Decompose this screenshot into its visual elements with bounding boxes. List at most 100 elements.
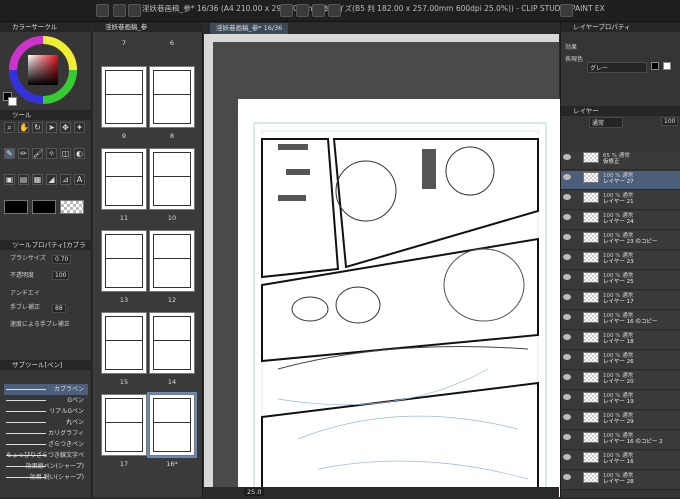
layer-opacity[interactable]: 100 — [661, 117, 679, 126]
eye-icon[interactable] — [563, 234, 571, 240]
brush-size-value[interactable]: 0.70 — [52, 255, 72, 264]
layer-row[interactable]: 100 % 通常 レイヤー 16 のコピー 2 — [561, 431, 680, 450]
layer-row[interactable]: 100 % 通常 レイヤー 23 のコピー — [561, 231, 680, 250]
transform-icon[interactable] — [280, 4, 293, 17]
rotate-tool-icon[interactable]: ↻ — [32, 122, 43, 133]
operation-tool-icon[interactable]: ➤ — [46, 122, 57, 133]
layer-row[interactable]: 100 % 通常 レイヤー 16 — [561, 451, 680, 470]
eye-icon[interactable] — [563, 334, 571, 340]
page-thumbnail[interactable] — [149, 66, 195, 128]
eye-icon[interactable] — [563, 314, 571, 320]
eye-icon[interactable] — [563, 274, 571, 280]
figure-tool-icon[interactable]: ◢ — [46, 174, 57, 185]
hand-tool-icon[interactable]: ✋ — [18, 122, 29, 133]
layer-row[interactable]: 100 % 通常 レイヤー 23 — [561, 251, 680, 270]
layer-row[interactable]: 100 % 通常 レイヤー 19 — [561, 391, 680, 410]
blend-tool-icon[interactable]: ◐ — [74, 148, 85, 159]
eye-icon[interactable] — [563, 154, 571, 160]
canvas-area[interactable]: 淫妖巷画稿_参* 16/36 25.0 — [204, 22, 563, 498]
zoom-tool-icon[interactable]: ⌕ — [4, 122, 15, 133]
eye-icon[interactable] — [563, 414, 571, 420]
fill-tool-icon[interactable]: ▣ — [4, 174, 15, 185]
layer-row[interactable]: 100 % 通常 レイヤー 16 のコピー — [561, 311, 680, 330]
color-wheel[interactable] — [8, 35, 78, 105]
layer-row[interactable]: 100 % 通常 レイヤー 26 — [561, 351, 680, 370]
eye-icon[interactable] — [563, 474, 571, 480]
subtool-label: リアルGペン — [49, 408, 84, 415]
subtool-item[interactable]: 効果 鋭い(シャープ) — [4, 472, 88, 483]
layer-row[interactable]: 100 % 通常 レイヤー 28 — [561, 471, 680, 490]
layer-row[interactable]: 100 % 通常 レイヤー 21 — [561, 191, 680, 210]
page-thumbnail[interactable] — [101, 148, 147, 210]
subtool-item[interactable]: リアルGペン — [4, 406, 88, 417]
manuscript-page[interactable] — [238, 99, 563, 498]
open-file-icon[interactable] — [113, 4, 126, 17]
blend-mode-select[interactable]: 通常 — [589, 117, 623, 128]
pen-tool-icon[interactable]: ✎ — [4, 148, 15, 159]
auto-select-icon[interactable]: ✦ — [74, 122, 85, 133]
pencil-tool-icon[interactable]: ✏ — [18, 148, 29, 159]
eye-icon[interactable] — [563, 354, 571, 360]
page-thumbnail[interactable] — [147, 392, 197, 458]
eye-icon[interactable] — [563, 294, 571, 300]
layer-row[interactable]: 100 % 通常 レイヤー 17 — [561, 291, 680, 310]
transparent-swatch[interactable] — [60, 200, 84, 214]
color-swatch-black[interactable] — [651, 62, 659, 70]
color-black-swatch[interactable] — [4, 200, 28, 214]
page-thumbnail[interactable] — [101, 230, 147, 292]
move-tool-icon[interactable]: ✥ — [60, 122, 71, 133]
subtool-item[interactable]: 丸ペン — [4, 417, 88, 428]
window-menu-icon[interactable] — [560, 4, 573, 17]
page-thumbnail[interactable] — [101, 66, 147, 128]
subtool-item[interactable]: カブラペン — [4, 384, 88, 395]
save-icon[interactable] — [128, 4, 141, 17]
subtool-item[interactable]: ざらつきペン — [4, 439, 88, 450]
canvas-tab[interactable]: 淫妖巷画稿_参* 16/36 — [210, 23, 289, 34]
subtool-item[interactable]: Gペン — [4, 395, 88, 406]
text-tool-icon[interactable]: A — [74, 174, 85, 185]
grid-icon[interactable] — [312, 4, 325, 17]
subtool-item[interactable]: カリグラフィ — [4, 428, 88, 439]
airbrush-tool-icon[interactable]: ✧ — [46, 148, 57, 159]
select-icon[interactable] — [296, 4, 309, 17]
stabilization-value[interactable]: 88 — [52, 304, 66, 313]
layer-row[interactable]: 100 % 通常 レイヤー 24 — [561, 211, 680, 230]
ruler-tool-icon[interactable]: ⊿ — [60, 174, 71, 185]
color-main-swatch[interactable] — [32, 200, 56, 214]
color-swatch-white[interactable] — [663, 62, 671, 70]
eye-icon[interactable] — [563, 214, 571, 220]
gradient-tool-icon[interactable]: ▤ — [18, 174, 29, 185]
opacity-value[interactable]: 100 — [52, 271, 70, 280]
page-thumbnail[interactable] — [149, 312, 195, 374]
brush-tool-icon[interactable]: 🖌 — [32, 148, 43, 159]
eye-icon[interactable] — [563, 374, 571, 380]
ruler-icon[interactable] — [328, 4, 341, 17]
new-file-icon[interactable] — [96, 4, 109, 17]
sub-color-swatch[interactable] — [8, 97, 17, 106]
layer-thumbnail — [583, 192, 599, 203]
layer-row[interactable]: 100 % 通常 レイヤー 20 — [561, 371, 680, 390]
expression-color-select[interactable]: グレー — [587, 62, 647, 73]
page-panel-tab[interactable]: 淫妖巷画稿_参 — [93, 22, 203, 32]
eye-icon[interactable] — [563, 394, 571, 400]
frame-tool-icon[interactable]: ▦ — [32, 174, 43, 185]
layer-row[interactable]: 100 % 通常 レイヤー 25 — [561, 271, 680, 290]
layer-row[interactable]: 100 % 通常 レイヤー 29 — [561, 411, 680, 430]
eye-icon[interactable] — [563, 174, 571, 180]
layer-name: レイヤー 23 のコピー — [603, 239, 658, 245]
subtool-item[interactable]: ちょっぴりざらつき線文字ペ — [4, 450, 88, 461]
eye-icon[interactable] — [563, 454, 571, 460]
zoom-value[interactable]: 25.0 — [244, 488, 265, 496]
eye-icon[interactable] — [563, 194, 571, 200]
layer-row[interactable]: 100 % 通常 レイヤー 18 — [561, 331, 680, 350]
page-thumbnail[interactable] — [149, 230, 195, 292]
layer-row[interactable]: 65 % 通常 仮修正 — [561, 151, 680, 170]
eraser-tool-icon[interactable]: ◫ — [60, 148, 71, 159]
page-thumbnail[interactable] — [101, 394, 147, 456]
page-thumbnail[interactable] — [101, 312, 147, 374]
page-thumbnail[interactable] — [149, 148, 195, 210]
eye-icon[interactable] — [563, 434, 571, 440]
subtool-item[interactable]: 効果線ペン(シャープ) — [4, 461, 88, 472]
eye-icon[interactable] — [563, 254, 571, 260]
layer-row[interactable]: 100 % 通常 レイヤー 27 — [561, 171, 680, 190]
